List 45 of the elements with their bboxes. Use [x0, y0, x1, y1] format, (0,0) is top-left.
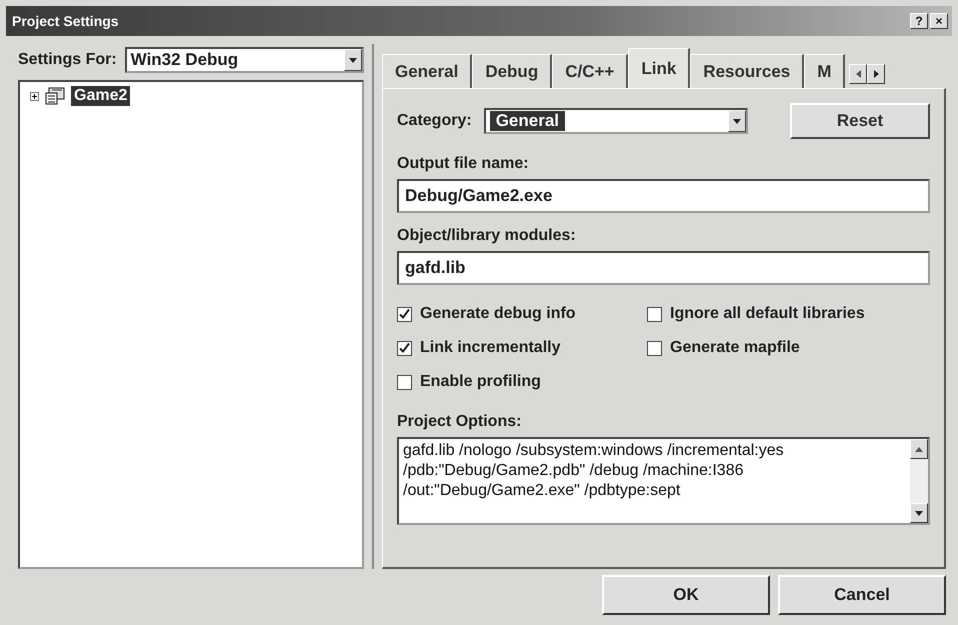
checkbox-label[interactable]: Ignore all default libraries	[670, 305, 865, 323]
settings-for-label: Settings For:	[18, 51, 117, 69]
up-arrow-icon	[915, 446, 923, 452]
project-icon	[45, 87, 65, 105]
checkbox[interactable]	[647, 340, 662, 356]
checkbox[interactable]	[397, 340, 412, 356]
tab[interactable]: Debug	[472, 54, 552, 88]
cancel-button[interactable]: Cancel	[778, 575, 946, 615]
left-arrow-icon	[856, 70, 861, 78]
window-title: Project Settings	[12, 13, 120, 29]
dropdown-arrow-icon	[732, 118, 741, 124]
tab[interactable]: Link	[628, 48, 690, 88]
right-arrow-icon	[874, 70, 879, 78]
scroll-down-button[interactable]	[910, 503, 928, 523]
settings-for-dropdown[interactable]: Win32 Debug	[124, 47, 364, 73]
tab[interactable]: General	[382, 54, 472, 88]
tree-item[interactable]: Game2	[71, 86, 130, 106]
reset-button[interactable]: Reset	[790, 103, 930, 139]
tab[interactable]: Resources	[690, 54, 804, 88]
field-label: Object/library modules:	[397, 227, 577, 245]
category-label: Category:	[397, 112, 472, 130]
category-dropdown[interactable]: General	[484, 108, 748, 134]
tab[interactable]: C/C++	[552, 54, 628, 88]
options-textarea[interactable]: gafd.lib /nologo /subsystem:windows /incremental:yes /pdb:"Debug/Game2.pdb" /debug /machine:I386 /out:"Debug/Game2.exe" /pdbtype:sept	[397, 437, 930, 525]
input-field[interactable]: gafd.lib	[397, 251, 930, 285]
tab[interactable]: M	[804, 54, 846, 88]
dropdown-arrow-icon	[349, 58, 357, 62]
close-button[interactable]: ×	[930, 13, 948, 29]
checkbox-label[interactable]: Link incrementally	[420, 339, 560, 357]
checkbox-label[interactable]: Generate mapfile	[670, 339, 800, 357]
down-arrow-icon	[915, 510, 923, 516]
scroll-right-button[interactable]	[867, 64, 886, 84]
checkbox[interactable]	[397, 306, 412, 322]
checkbox-label[interactable]: Enable profiling	[420, 373, 541, 391]
scroll-up-button[interactable]	[910, 439, 928, 459]
field-label: Project Options:	[397, 413, 522, 431]
input-field[interactable]: Debug/Game2.exe	[397, 179, 930, 213]
expand-icon[interactable]	[30, 92, 39, 100]
help-button[interactable]: ?	[910, 13, 928, 29]
checkbox[interactable]	[397, 374, 412, 390]
ok-button[interactable]: OK	[602, 575, 770, 615]
checkbox-label[interactable]: Generate debug info	[420, 305, 576, 323]
scroll-left-button[interactable]	[849, 64, 868, 84]
checkbox[interactable]	[647, 306, 662, 322]
field-label: Output file name:	[397, 155, 530, 173]
